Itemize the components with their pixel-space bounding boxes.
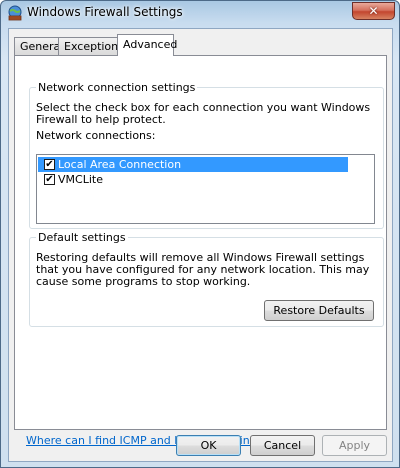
checkmark-icon: ✔ (45, 158, 54, 170)
network-connections-list[interactable]: ✔ Local Area Connection ✔ VMCLite (36, 154, 375, 224)
default-settings-group: Default settings Restoring defaults will… (29, 231, 384, 327)
cancel-button[interactable]: Cancel (250, 435, 315, 456)
close-button[interactable]: ✕ (352, 2, 395, 20)
firewall-globe-icon (7, 5, 23, 21)
close-icon: ✕ (368, 4, 379, 18)
advanced-tab-panel: Network connection settings Select the c… (14, 55, 387, 430)
dialog-client-area: General Exceptions Advanced Network conn… (8, 28, 393, 462)
default-settings-legend: Default settings (36, 231, 128, 244)
tab-general[interactable]: General (14, 37, 63, 56)
list-item-label: Local Area Connection (58, 158, 182, 171)
tab-exceptions[interactable]: Exceptions (58, 37, 124, 56)
restore-defaults-button[interactable]: Restore Defaults (264, 300, 374, 321)
local-area-connection-checkbox[interactable]: ✔ (44, 159, 55, 170)
window-title: Windows Firewall Settings (27, 5, 183, 19)
firewall-settings-window: Windows Firewall Settings ✕ General Exce… (0, 0, 400, 468)
network-connection-settings-group: Network connection settings Select the c… (29, 81, 384, 229)
checkmark-icon: ✔ (45, 173, 54, 185)
default-settings-description: Restoring defaults will remove all Windo… (36, 251, 370, 288)
list-item-label: VMCLite (58, 173, 103, 186)
ok-button[interactable]: OK (176, 435, 241, 456)
vmclite-checkbox[interactable]: ✔ (44, 174, 55, 185)
list-item-vmclite[interactable]: ✔ VMCLite (38, 172, 348, 187)
apply-button[interactable]: Apply (322, 435, 387, 456)
network-group-legend: Network connection settings (36, 81, 198, 94)
network-group-description: Select the check box for each connection… (36, 101, 371, 126)
list-item-local-area-connection[interactable]: ✔ Local Area Connection (38, 157, 348, 172)
network-connections-label: Network connections: (36, 129, 156, 142)
tab-advanced[interactable]: Advanced (117, 34, 177, 56)
title-bar[interactable]: Windows Firewall Settings ✕ (1, 1, 399, 27)
